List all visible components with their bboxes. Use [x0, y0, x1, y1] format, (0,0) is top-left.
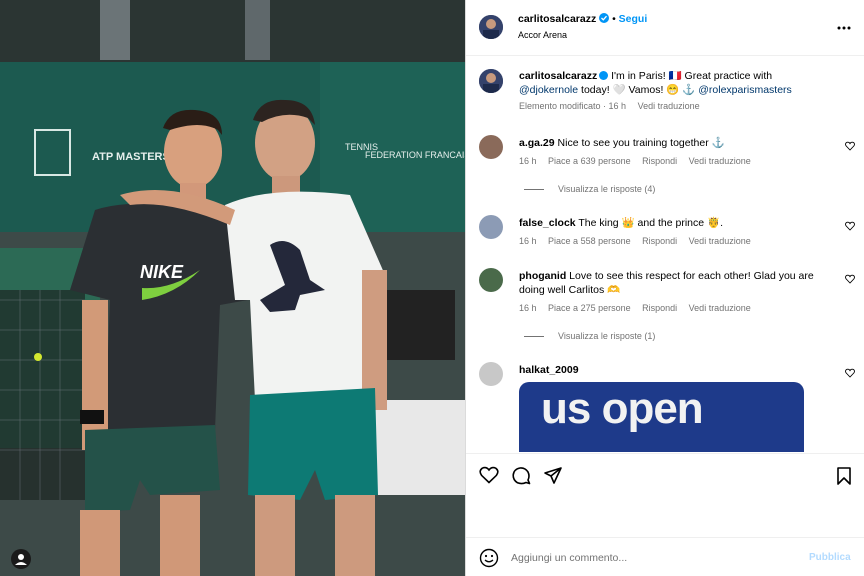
- mention-rolexparismasters[interactable]: @rolexparismasters: [698, 84, 792, 96]
- comment-like-heart-icon[interactable]: [845, 221, 855, 231]
- mention-djokernole[interactable]: @djokernole: [519, 84, 578, 96]
- view-replies-button[interactable]: Visualizza le risposte (1): [524, 331, 655, 341]
- tagged-users-icon[interactable]: [11, 549, 31, 569]
- comment-avatar[interactable]: [479, 362, 503, 386]
- publish-button[interactable]: Pubblica: [809, 552, 851, 563]
- comment-time: 16 h: [519, 236, 537, 246]
- post-header: carlitosalcarazz • Segui Accor Arena: [466, 0, 864, 56]
- comment-likes[interactable]: Piace a 275 persone: [548, 303, 631, 313]
- comment-composer: Aggiungi un commento... Pubblica: [466, 537, 864, 576]
- banner-federation-text: FEDERATION FRANCAISE: [365, 150, 465, 160]
- comment-bubble-icon[interactable]: [511, 466, 531, 486]
- author-avatar[interactable]: [479, 15, 503, 39]
- caption: carlitosalcarazz I'm in Paris! 🇫🇷 Great …: [466, 69, 864, 129]
- comment-reply-button[interactable]: Rispondi: [642, 303, 677, 313]
- comment-translate-link[interactable]: Vedi traduzione: [689, 236, 751, 246]
- save-bookmark-icon[interactable]: [836, 466, 852, 486]
- comment-item: halkat_2009 us open: [466, 362, 864, 452]
- share-send-icon[interactable]: [543, 466, 563, 486]
- comment-text: The king 👑 and the prince 🤴.: [575, 217, 723, 229]
- caption-text-2: today! 🤍 Vamos! 😁 ⚓: [578, 84, 699, 96]
- caption-username[interactable]: carlitosalcarazz: [519, 70, 597, 82]
- verified-badge-icon: [599, 71, 609, 80]
- like-heart-icon[interactable]: [479, 466, 499, 484]
- comment-image-text: us open: [541, 384, 704, 433]
- post-side-panel: carlitosalcarazz • Segui Accor Arena car…: [465, 0, 864, 576]
- comment-item: phoganid Love to see this respect for ea…: [466, 268, 864, 358]
- comment-image[interactable]: us open: [519, 382, 804, 452]
- comment-translate-link[interactable]: Vedi traduzione: [689, 303, 751, 313]
- comment-likes[interactable]: Piace a 639 persone: [548, 156, 631, 166]
- comment-item: false_clock The king 👑 and the prince 🤴.…: [466, 215, 864, 255]
- more-options-icon[interactable]: [836, 20, 852, 30]
- comment-like-heart-icon[interactable]: [845, 141, 855, 151]
- post-location[interactable]: Accor Arena: [518, 30, 567, 40]
- caption-translate-link[interactable]: Vedi traduzione: [638, 101, 700, 111]
- comment-reply-button[interactable]: Rispondi: [642, 236, 677, 246]
- comment-time: 16 h: [519, 303, 537, 313]
- photo-illustration: ATP MASTERS 1000 TENNIS FEDERATION FRANC…: [0, 0, 465, 576]
- comment-username[interactable]: halkat_2009: [519, 364, 579, 376]
- follow-button[interactable]: Segui: [619, 13, 648, 25]
- comment-avatar[interactable]: [479, 215, 503, 239]
- view-replies-button[interactable]: Visualizza le risposte (4): [524, 184, 655, 194]
- comment-likes[interactable]: Piace a 558 persone: [548, 236, 631, 246]
- comment-like-heart-icon[interactable]: [845, 368, 855, 378]
- comments-list[interactable]: carlitosalcarazz I'm in Paris! 🇫🇷 Great …: [466, 57, 864, 452]
- verified-badge-icon: [599, 13, 610, 23]
- comment-avatar[interactable]: [479, 135, 503, 159]
- shirt-nike-text: NIKE: [140, 262, 184, 282]
- comment-username[interactable]: a.ga.29: [519, 137, 555, 149]
- action-bar: [466, 453, 864, 495]
- comment-time: 16 h: [519, 156, 537, 166]
- caption-avatar[interactable]: [479, 69, 503, 93]
- comment-translate-link[interactable]: Vedi traduzione: [689, 156, 751, 166]
- caption-text: I'm in Paris! 🇫🇷 Great practice with: [608, 70, 773, 82]
- caption-edited-time: Elemento modificato · 16 h: [519, 101, 627, 111]
- comment-username[interactable]: phoganid: [519, 270, 566, 282]
- emoji-icon[interactable]: [479, 548, 499, 568]
- comment-input[interactable]: Aggiungi un commento...: [511, 552, 627, 564]
- comment-item: a.ga.29 Nice to see you training togethe…: [466, 135, 864, 205]
- post-photo[interactable]: ATP MASTERS 1000 TENNIS FEDERATION FRANC…: [0, 0, 465, 576]
- comment-like-heart-icon[interactable]: [845, 274, 855, 284]
- separator-dot: •: [612, 13, 619, 25]
- author-username[interactable]: carlitosalcarazz: [518, 13, 596, 25]
- comment-avatar[interactable]: [479, 268, 503, 292]
- comment-username[interactable]: false_clock: [519, 217, 576, 229]
- comment-text: Nice to see you training together ⚓: [554, 137, 725, 149]
- comment-reply-button[interactable]: Rispondi: [642, 156, 677, 166]
